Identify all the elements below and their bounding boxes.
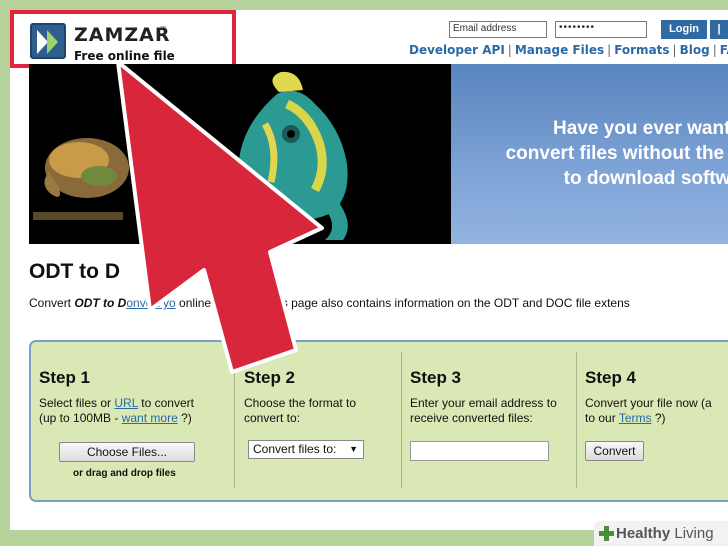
step-4-line-1: Convert your file now (a: [585, 396, 712, 410]
header-more-button[interactable]: |: [710, 20, 728, 39]
step-4-text: ?): [651, 411, 666, 425]
step-3: Step 3 Enter your email address to recei…: [410, 352, 580, 488]
url-link[interactable]: URL: [114, 396, 138, 410]
password-field[interactable]: ••••••••: [555, 21, 647, 38]
nav-divider: |: [507, 43, 512, 57]
logo-trademark: ™: [160, 26, 166, 32]
want-more-link[interactable]: want more: [122, 411, 178, 425]
step-1-text: (up to 100MB -: [39, 411, 122, 425]
step-1-line-2: (up to 100MB - want more ?): [39, 411, 229, 426]
step-1-line-1: Select files or URL to convert: [39, 396, 229, 411]
desc-bold: ODT to D: [74, 296, 127, 310]
step-1-title: Step 1: [39, 368, 91, 387]
page-description: Convert ODT to Donvert yo online and fre…: [29, 296, 630, 310]
step-3-line-2: receive converted files:: [410, 411, 533, 425]
terms-link[interactable]: Terms: [619, 411, 652, 425]
choose-files-button[interactable]: Choose Files...: [59, 442, 195, 462]
step-1: Step 1 Select files or URL to convert (u…: [39, 352, 229, 488]
convert-button[interactable]: Convert: [585, 441, 644, 461]
logo-name: ZAMZAR: [74, 24, 171, 46]
watermark-bold: Healthy: [616, 525, 671, 542]
step-4-title: Step 4: [585, 368, 637, 387]
step-2-line-2: convert to:: [244, 411, 301, 425]
step-4: Step 4 Convert your file now (a to our T…: [585, 352, 728, 488]
login-button[interactable]: Login: [661, 20, 707, 39]
banner-headline: Have you ever wante convert files withou…: [505, 118, 728, 189]
step-divider: [234, 352, 235, 488]
format-select-value: Convert files to:: [253, 442, 337, 456]
step-3-title: Step 3: [410, 368, 462, 387]
desc-text-rest: online and free - this page also contain…: [175, 296, 630, 310]
watermark-light: Living: [670, 525, 714, 542]
chameleon-image: [33, 71, 348, 240]
nav-divider: |: [672, 43, 677, 57]
step-1-text: ?): [177, 411, 192, 425]
step-divider: [401, 352, 402, 488]
nav-manage-files[interactable]: Manage Files: [515, 43, 604, 57]
nav-divider: |: [712, 43, 717, 57]
step-2: Step 2 Choose the format to convert to: …: [244, 352, 394, 488]
step-2-title: Step 2: [244, 368, 296, 387]
plus-icon: [599, 526, 614, 541]
top-nav: Developer API | Manage Files | Formats | Blog |…: [409, 43, 728, 59]
step-1-text: Select files or: [39, 396, 115, 410]
drag-drop-hint: or drag and drop files: [73, 468, 176, 479]
step-4-line-2: to our Terms ?): [585, 411, 728, 426]
step-divider: [576, 352, 577, 488]
email-input[interactable]: [410, 441, 549, 461]
desc-link[interactable]: onvert yo: [126, 296, 175, 310]
chevron-down-icon: ▼: [349, 444, 358, 454]
zamzar-logo-highlight[interactable]: ZAMZAR ™ Free online file conversion: [10, 10, 236, 77]
healthy-living-watermark: Healthy Living: [594, 521, 728, 546]
conversion-steps-panel: Step 1 Select files or URL to convert (u…: [29, 340, 728, 502]
email-field[interactable]: Email address: [449, 21, 547, 38]
nav-faq[interactable]: FAQ: [720, 43, 728, 57]
nav-divider: |: [607, 43, 612, 57]
step-4-text: to our: [585, 411, 619, 425]
step-3-line-1: Enter your email address to: [410, 396, 557, 410]
desc-text: Convert: [29, 296, 75, 310]
nav-blog[interactable]: Blog: [680, 43, 710, 57]
format-select[interactable]: Convert files to: ▼: [248, 440, 364, 459]
step-2-line-1: Choose the format to: [244, 396, 357, 410]
nav-formats[interactable]: Formats: [614, 43, 669, 57]
hero-banner: Have you ever wante convert files withou…: [29, 64, 728, 244]
page-title: ODT to D: [29, 260, 120, 283]
zamzar-logo-icon: [30, 23, 66, 59]
step-1-text: to convert: [137, 396, 194, 410]
watermark-text: Healthy Living: [616, 525, 714, 542]
nav-developer-api[interactable]: Developer API: [409, 43, 505, 57]
zamzar-page: ZAMZAR ™ Free online file conversion Ema…: [10, 10, 728, 530]
